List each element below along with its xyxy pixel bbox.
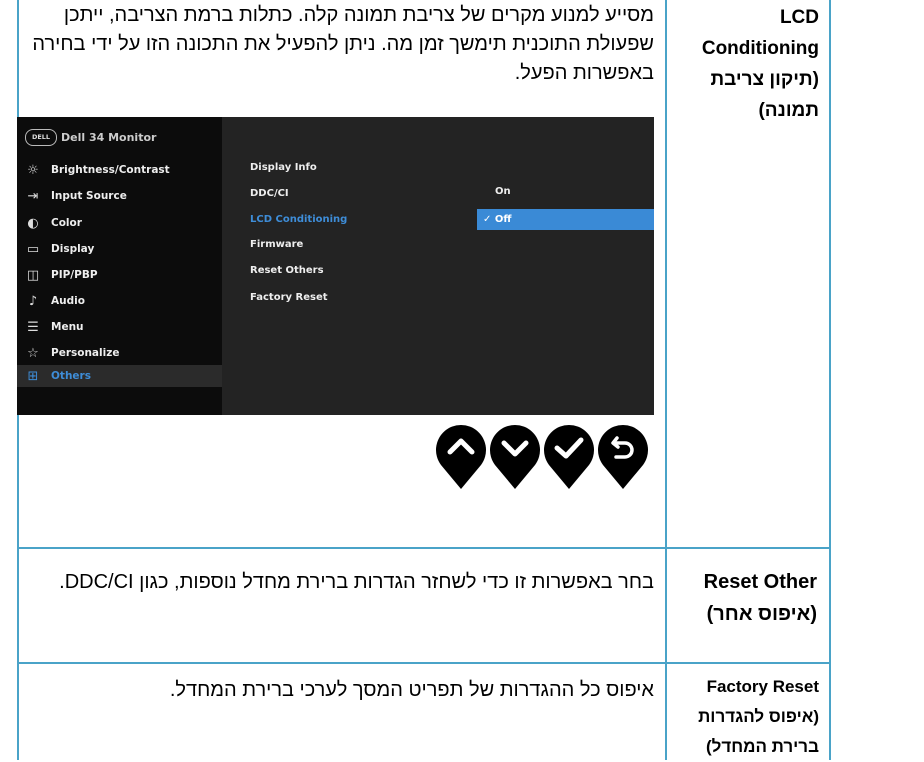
row-divider-1 [17,547,831,549]
osd-menu-label: Others [51,370,91,382]
osd-submenu-reset-others: Reset Others [250,265,324,276]
osd-menu-label: Brightness/Contrast [51,164,170,176]
row-description-lcd-conditioning: מסייע למנוע מקרים של צריבת תמונה קלה. כת… [32,4,654,84]
osd-menu-color: ◐ Color [25,213,82,233]
osd-menu-personalize: ☆ Personalize [25,343,119,363]
row-heading-factory-reset: Factory Reset (איפוס להגדרות ברירת המחדל… [698,677,819,756]
osd-option-off-selected: ✓ Off [477,209,654,230]
grid-line-middle [665,0,667,760]
back-icon [598,425,648,489]
osd-menu-label: Display [51,243,95,255]
osd-option-on: On [495,186,511,197]
osd-title: Dell 34 Monitor [61,130,157,144]
osd-menu-label: Personalize [51,347,120,359]
input-source-icon: ⇥ [27,188,39,204]
osd-menu-label: PIP/PBP [51,269,98,281]
audio-icon: ♪ [28,293,38,309]
osd-menu-audio: ♪ Audio [25,291,85,311]
row-divider-2 [17,662,831,664]
osd-menu-label: Menu [51,321,84,333]
chevron-up-icon [436,425,486,489]
osd-menu-label: Audio [51,295,85,307]
others-icon: ⊞ [27,368,39,384]
row-heading-lcd-conditioning: LCD Conditioning (תיקון צריבת תמונה) [701,7,819,121]
osd-menu-brightness: ☼ Brightness/Contrast [25,160,170,180]
color-icon: ◐ [27,215,39,231]
osd-header: DELL Dell 34 Monitor [25,127,156,147]
row-description-reset-other: בחר באפשרות זו כדי לשחזר הגדרות ברירת מח… [59,571,654,593]
row-heading-reset-other: Reset Other (איפוס אחר) [703,571,817,625]
osd-submenu-firmware: Firmware [250,239,304,250]
osd-menu-others: ⊞ Others [25,366,91,386]
pip-pbp-icon: ◫ [26,267,40,283]
osd-submenu-ddc-ci: DDC/CI [250,188,289,199]
star-icon: ☆ [27,345,39,361]
osd-menu-label: Color [51,217,82,229]
monitor-osd-screenshot: DELL Dell 34 Monitor ☼ Brightness/Contra… [17,117,654,415]
dell-logo: DELL [25,128,57,146]
osd-menu-menu: ☰ Menu [25,317,84,337]
brightness-icon: ☼ [27,162,39,178]
check-icon [544,425,594,489]
osd-menu-input-source: ⇥ Input Source [25,186,127,206]
osd-submenu-display-info: Display Info [250,162,317,173]
osd-submenu-lcd-conditioning: LCD Conditioning [250,214,348,225]
osd-menu-display: ▭ Display [25,239,94,259]
osd-menu-pip-pbp: ◫ PIP/PBP [25,265,98,285]
menu-icon: ☰ [27,319,39,335]
grid-line-right [829,0,831,760]
osd-menu-label: Input Source [51,190,127,202]
display-icon: ▭ [26,241,40,257]
osd-submenu-factory-reset: Factory Reset [250,292,328,303]
chevron-down-icon [490,425,540,489]
row-description-factory-reset: איפוס כל ההגדרות של תפריט המסך לערכי ברי… [169,679,654,701]
